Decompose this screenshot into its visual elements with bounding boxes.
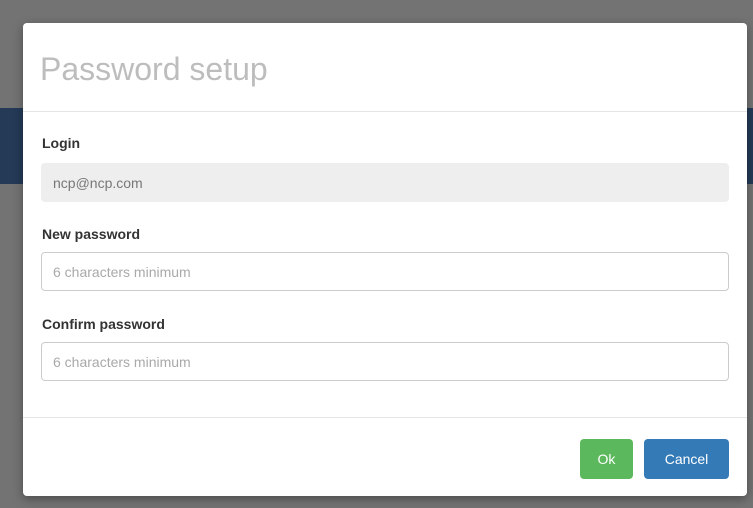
confirm-password-field[interactable] (41, 342, 729, 381)
confirm-password-label: Confirm password (42, 316, 165, 332)
login-field (41, 163, 729, 202)
new-password-label: New password (42, 226, 141, 242)
dialog-title: Password setup (40, 51, 268, 87)
password-setup-dialog: Password setup Login New password Confir… (23, 23, 747, 496)
ok-button[interactable]: Ok (580, 439, 633, 479)
dialog-footer: Ok Cancel (23, 417, 747, 496)
login-label: Login (42, 135, 81, 151)
cancel-button[interactable]: Cancel (644, 439, 729, 479)
new-password-field[interactable] (41, 252, 729, 291)
dialog-header: Password setup (23, 23, 747, 112)
